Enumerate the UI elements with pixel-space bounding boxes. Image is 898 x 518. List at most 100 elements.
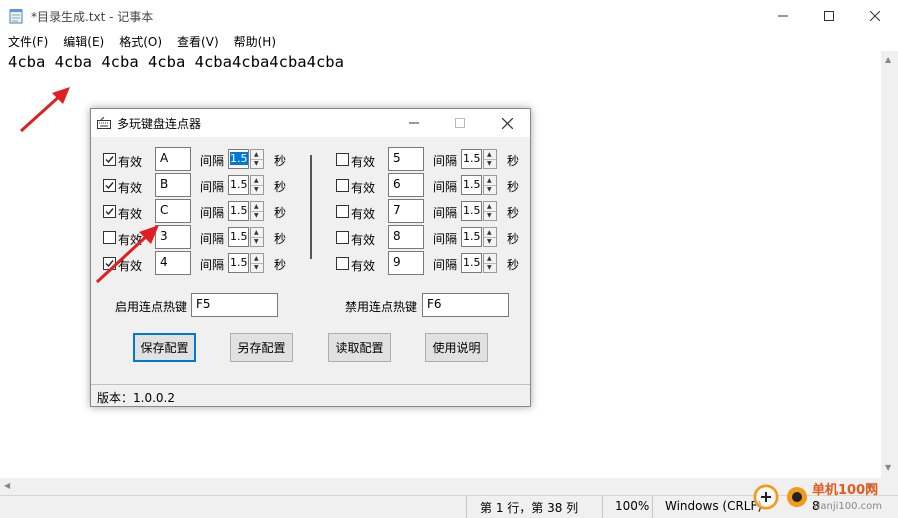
minimize-button[interactable] [760, 0, 806, 31]
seconds-label: 秒 [507, 180, 520, 194]
interval-value: 1.5 [230, 256, 248, 269]
menu-view[interactable]: 查看(V) [169, 31, 226, 51]
spin-down-icon[interactable]: ▼ [254, 238, 259, 245]
interval-input[interactable]: 1.5 [228, 149, 249, 169]
dialog-titlebar: 多玩键盘连点器 [91, 109, 530, 137]
dialog-close-button[interactable] [484, 109, 530, 137]
notepad-icon [9, 9, 23, 24]
menu-help[interactable]: 帮助(H) [226, 31, 283, 51]
spin-down-icon[interactable]: ▼ [487, 264, 492, 271]
interval-input[interactable]: 1.5 [461, 149, 482, 169]
interval-input[interactable]: 1.5 [228, 201, 249, 221]
scroll-down-icon[interactable]: ▼ [885, 463, 891, 472]
spin-up-icon[interactable]: ▲ [487, 151, 492, 158]
help-button[interactable]: 使用说明 [425, 333, 488, 362]
spin-down-icon[interactable]: ▼ [487, 160, 492, 167]
interval-value: 1.5 [463, 178, 481, 191]
interval-input[interactable]: 1.5 [461, 253, 482, 273]
spin-up-icon[interactable]: ▲ [254, 177, 259, 184]
key-input[interactable]: 5 [388, 147, 424, 171]
load-config-button[interactable]: 读取配置 [328, 333, 391, 362]
watermark-icon: 单机100网 danji100.com [753, 482, 882, 512]
interval-label: 间隔 [433, 258, 458, 272]
watermark-logo: 单机100网 danji100.com [752, 476, 898, 518]
spin-up-icon[interactable]: ▲ [487, 177, 492, 184]
enable-checkbox[interactable] [103, 153, 116, 166]
enable-checkbox[interactable] [336, 257, 349, 270]
spin-down-icon[interactable]: ▼ [254, 264, 259, 271]
scroll-up-icon[interactable]: ▲ [885, 55, 891, 64]
enable-checkbox[interactable] [103, 205, 116, 218]
seconds-label: 秒 [274, 180, 287, 194]
interval-spinner[interactable]: ▲ ▼ [483, 227, 497, 247]
menu-edit[interactable]: 编辑(E) [55, 31, 111, 51]
enable-checkbox[interactable] [103, 179, 116, 192]
interval-input[interactable]: 1.5 [461, 227, 482, 247]
interval-spinner[interactable]: ▲ ▼ [250, 175, 264, 195]
key-input[interactable]: B [155, 173, 191, 197]
spin-up-icon[interactable]: ▲ [487, 203, 492, 210]
key-input[interactable]: 8 [388, 225, 424, 249]
spin-down-icon[interactable]: ▼ [487, 238, 492, 245]
interval-input[interactable]: 1.5 [228, 253, 249, 273]
interval-spinner[interactable]: ▲ ▼ [250, 253, 264, 273]
interval-input[interactable]: 1.5 [228, 227, 249, 247]
interval-label: 间隔 [200, 258, 225, 272]
status-divider [466, 496, 467, 518]
spin-down-icon[interactable]: ▼ [254, 160, 259, 167]
key-input[interactable]: 7 [388, 199, 424, 223]
maximize-button[interactable] [806, 0, 852, 31]
interval-input[interactable]: 1.5 [461, 201, 482, 221]
spin-up-icon[interactable]: ▲ [254, 203, 259, 210]
interval-spinner[interactable]: ▲ ▼ [483, 201, 497, 221]
menu-bar: 文件(F) 编辑(E) 格式(O) 查看(V) 帮助(H) [0, 31, 898, 51]
interval-value: 1.5 [230, 152, 248, 165]
disable-hotkey-input[interactable]: F6 [422, 293, 509, 317]
key-input[interactable]: C [155, 199, 191, 223]
key-input[interactable]: A [155, 147, 191, 171]
spin-up-icon[interactable]: ▲ [487, 229, 492, 236]
interval-value: 1.5 [463, 256, 481, 269]
status-line-ending: Windows (CRLF) [665, 499, 763, 513]
save-config-button[interactable]: 保存配置 [133, 333, 196, 362]
interval-spinner[interactable]: ▲ ▼ [483, 149, 497, 169]
interval-spinner[interactable]: ▲ ▼ [250, 227, 264, 247]
dialog-minimize-button[interactable] [391, 109, 437, 137]
vertical-scrollbar[interactable]: ▲ ▼ [881, 51, 898, 478]
close-button[interactable] [852, 0, 898, 31]
checkmark-icon [105, 156, 114, 164]
spin-up-icon[interactable]: ▲ [254, 255, 259, 262]
save-as-config-button[interactable]: 另存配置 [230, 333, 293, 362]
spin-up-icon[interactable]: ▲ [254, 151, 259, 158]
interval-spinner[interactable]: ▲ ▼ [250, 201, 264, 221]
enable-hotkey-input[interactable]: F5 [191, 293, 278, 317]
spin-down-icon[interactable]: ▼ [487, 212, 492, 219]
enable-checkbox[interactable] [336, 179, 349, 192]
spin-down-icon[interactable]: ▼ [487, 186, 492, 193]
spin-down-icon[interactable]: ▼ [254, 212, 259, 219]
interval-spinner[interactable]: ▲ ▼ [250, 149, 264, 169]
horizontal-scrollbar[interactable]: ◀ ▶ [0, 478, 881, 495]
menu-format[interactable]: 格式(O) [111, 31, 169, 51]
minimize-icon [409, 122, 419, 124]
spin-down-icon[interactable]: ▼ [254, 186, 259, 193]
interval-spinner[interactable]: ▲ ▼ [483, 175, 497, 195]
column-divider [310, 155, 312, 259]
scroll-left-icon[interactable]: ◀ [4, 481, 10, 490]
checkmark-icon [105, 182, 114, 190]
interval-value: 1.5 [463, 152, 481, 165]
enable-checkbox[interactable] [336, 205, 349, 218]
interval-input[interactable]: 1.5 [461, 175, 482, 195]
key-input[interactable]: 6 [388, 173, 424, 197]
spin-up-icon[interactable]: ▲ [254, 229, 259, 236]
enable-checkbox[interactable] [336, 153, 349, 166]
interval-label: 间隔 [200, 180, 225, 194]
interval-input[interactable]: 1.5 [228, 175, 249, 195]
menu-file[interactable]: 文件(F) [0, 31, 55, 51]
enable-checkbox[interactable] [336, 231, 349, 244]
spin-up-icon[interactable]: ▲ [487, 255, 492, 262]
maximize-icon [455, 118, 465, 128]
interval-spinner[interactable]: ▲ ▼ [483, 253, 497, 273]
seconds-label: 秒 [507, 206, 520, 220]
key-input[interactable]: 9 [388, 251, 424, 275]
